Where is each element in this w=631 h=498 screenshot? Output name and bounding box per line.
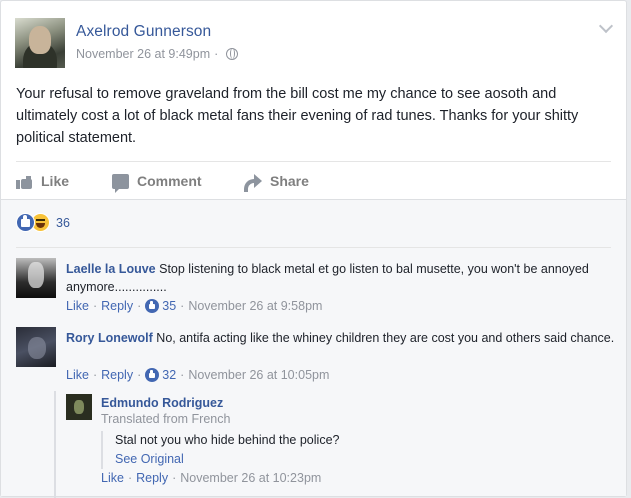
reply-text: Stal not you who hide behind the police? [115, 433, 340, 447]
comment-author[interactable]: Laelle la Louve [66, 262, 156, 276]
post-author-name[interactable]: Axelrod Gunnerson [76, 23, 211, 41]
reply-body: Edmundo Rodriguez [101, 394, 223, 412]
commenter-avatar[interactable] [16, 258, 56, 298]
comment-meta: Like · Reply · 35 · November 26 at 9:58p… [66, 299, 323, 313]
comment-like-count[interactable]: 35 [162, 299, 176, 313]
share-label: Share [270, 173, 309, 189]
like-button[interactable]: Like [16, 173, 69, 189]
comment-body: Laelle la Louve Stop listening to black … [66, 260, 616, 296]
comment-like-link[interactable]: Like [66, 368, 89, 382]
comment-timestamp[interactable]: November 26 at 9:58pm [188, 299, 322, 313]
post-timestamp-row: November 26 at 9:49pm · [76, 47, 239, 61]
post-text: Your refusal to remove graveland from th… [16, 86, 579, 146]
like-icon [145, 299, 160, 313]
translated-label: Translated from French [101, 412, 231, 426]
comment-icon [112, 173, 129, 193]
comment-button[interactable]: Comment [112, 173, 202, 193]
reply-reply-link[interactable]: Reply [136, 471, 168, 485]
divider [16, 161, 611, 162]
share-icon [244, 174, 262, 192]
see-original-link[interactable]: See Original [115, 450, 339, 469]
reply-meta: Like · Reply · November 26 at 10:23pm [101, 471, 322, 485]
like-reaction-icon [16, 213, 35, 232]
divider [16, 247, 611, 248]
comment-like-count[interactable]: 32 [162, 368, 176, 382]
commenter-avatar[interactable] [16, 327, 56, 367]
like-label: Like [41, 173, 70, 189]
chevron-down-icon[interactable] [598, 18, 614, 34]
translated-quote: Stal not you who hide behind the police?… [101, 431, 339, 469]
reply-avatar[interactable] [66, 394, 92, 420]
comment-reply-link[interactable]: Reply [101, 299, 133, 313]
reply-author[interactable]: Edmundo Rodriguez [101, 396, 223, 410]
comment-timestamp[interactable]: November 26 at 10:05pm [188, 368, 329, 382]
reply-like-link[interactable]: Like [101, 471, 124, 485]
reply-thread-line [54, 391, 56, 498]
share-button[interactable]: Share [244, 173, 309, 192]
comment-like-link[interactable]: Like [66, 299, 89, 313]
author-avatar[interactable] [15, 18, 65, 68]
globe-icon[interactable] [226, 48, 239, 60]
like-icon [145, 368, 160, 382]
post-timestamp[interactable]: November 26 at 9:49pm [76, 47, 210, 61]
comment-author[interactable]: Rory Lonewolf [66, 331, 153, 345]
comment-meta: Like · Reply · 32 · November 26 at 10:05… [66, 368, 330, 382]
post-card: Axelrod Gunnerson November 26 at 9:49pm … [0, 0, 627, 498]
reactions-summary[interactable]: 36 [16, 213, 70, 232]
like-icon [16, 173, 33, 189]
reply-timestamp[interactable]: November 26 at 10:23pm [180, 471, 321, 485]
comment-text: No, antifa acting like the whiney childr… [156, 331, 615, 345]
reaction-count[interactable]: 36 [56, 216, 70, 230]
comment-label: Comment [137, 173, 202, 189]
timestamp-separator: · [214, 47, 219, 61]
comment-reply-link[interactable]: Reply [101, 368, 133, 382]
comment-body: Rory Lonewolf No, antifa acting like the… [66, 329, 616, 347]
